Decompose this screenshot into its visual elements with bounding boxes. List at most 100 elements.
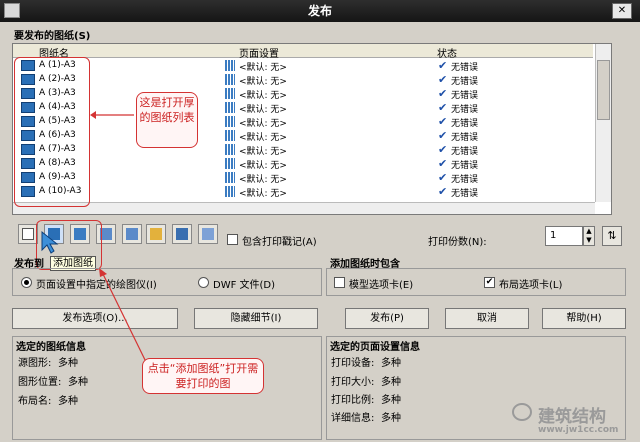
page-setup-icon — [225, 144, 235, 155]
page-setup-icon — [225, 116, 235, 127]
sheets-section-label: 要发布的图纸(S) — [14, 31, 91, 42]
page-setup-info-label: 选定的页面设置信息 — [330, 342, 420, 353]
page-setup-value[interactable]: <默认: 无> — [239, 88, 287, 101]
radio-plotter[interactable] — [21, 277, 32, 288]
copies-input[interactable]: 1 — [545, 226, 583, 246]
column-page-setup[interactable]: 页面设置 — [239, 45, 279, 60]
status-check-icon: ✔ — [438, 101, 448, 114]
status-check-icon: ✔ — [438, 143, 448, 156]
details-label: 详细信息: — [331, 413, 375, 424]
radio-dwf-label: DWF 文件(D) — [213, 280, 276, 291]
layout-name-label: 布局名: — [18, 396, 52, 407]
include-stamp-checkbox[interactable] — [227, 234, 238, 245]
table-row[interactable]: A (2)-A3 <默认: 无> ✔ 无错误 — [13, 73, 593, 87]
table-row[interactable]: A (3)-A3 <默认: 无> ✔ 无错误 — [13, 87, 593, 101]
model-tab-label: 模型选项卡(E) — [349, 280, 414, 291]
page-setup-icon — [225, 186, 235, 197]
status-check-icon: ✔ — [438, 59, 448, 72]
status-value: 无错误 — [451, 175, 479, 185]
horizontal-scrollbar[interactable] — [13, 202, 595, 214]
publish-options-button[interactable]: 发布选项(O)... — [12, 308, 178, 329]
publish-button[interactable]: 发布(P) — [345, 308, 429, 329]
page-setup-value[interactable]: <默认: 无> — [239, 158, 287, 171]
save-list-button[interactable] — [172, 224, 192, 244]
status-value: 无错误 — [451, 119, 479, 129]
load-list-button[interactable] — [146, 224, 166, 244]
page-setup-value[interactable]: <默认: 无> — [239, 116, 287, 129]
status-value: 无错误 — [451, 133, 479, 143]
callout-sheet-list: 这是打开厚的图纸列表 — [136, 92, 198, 148]
scrollbar-thumb[interactable] — [597, 60, 610, 120]
page-setup-value[interactable]: <默认: 无> — [239, 102, 287, 115]
status-value: 无错误 — [451, 147, 479, 157]
plot-scale-value: 多种 — [381, 395, 401, 406]
drawing-location-value: 多种 — [68, 377, 88, 388]
copies-spinner[interactable]: ▲ ▼ — [583, 226, 595, 246]
table-row[interactable]: A (6)-A3 <默认: 无> ✔ 无错误 — [13, 129, 593, 143]
page-setup-icon — [225, 74, 235, 85]
status-check-icon: ✔ — [438, 157, 448, 170]
status-check-icon: ✔ — [438, 171, 448, 184]
autocad-icon — [4, 3, 20, 18]
vertical-scrollbar[interactable] — [595, 44, 611, 202]
list-header: 图纸名 页面设置 状态 — [13, 44, 593, 60]
page-setup-value[interactable]: <默认: 无> — [239, 60, 287, 73]
plot-stamp-settings-button[interactable] — [198, 224, 218, 244]
preview-button[interactable] — [18, 224, 38, 244]
page-setup-icon — [225, 60, 235, 71]
layout-tab-checkbox[interactable]: ✔ — [484, 277, 495, 288]
watermark-url: www.jw1cc.com — [538, 425, 619, 435]
page-setup-icon — [225, 88, 235, 99]
page-setup-value[interactable]: <默认: 无> — [239, 74, 287, 87]
window-title: 发布 — [307, 4, 332, 18]
page-setup-value[interactable]: <默认: 无> — [239, 130, 287, 143]
plot-device-label: 打印设备: — [331, 358, 375, 369]
drawing-location-label: 图形位置: — [18, 377, 62, 388]
layout-tab-label: 布局选项卡(L) — [499, 280, 563, 291]
status-value: 无错误 — [451, 91, 479, 101]
status-check-icon: ✔ — [438, 115, 448, 128]
status-value: 无错误 — [451, 161, 479, 171]
details-value: 多种 — [381, 413, 401, 424]
sort-icon[interactable]: ⇅ — [602, 226, 622, 246]
status-value: 无错误 — [451, 77, 479, 87]
status-check-icon: ✔ — [438, 185, 448, 198]
plot-size-label: 打印大小: — [331, 377, 375, 388]
callout-add-sheets: 点击“添加图纸”打开需要打印的图 — [142, 358, 264, 394]
sheet-list[interactable]: 图纸名 页面设置 状态 A (1)-A3 <默认: 无> ✔ 无错误 A (2)… — [12, 43, 612, 215]
column-status[interactable]: 状态 — [437, 45, 457, 60]
table-row[interactable]: A (1)-A3 <默认: 无> ✔ 无错误 — [13, 59, 593, 73]
table-row[interactable]: A (7)-A3 <默认: 无> ✔ 无错误 — [13, 143, 593, 157]
page-setup-icon — [225, 102, 235, 113]
page-setup-icon — [225, 172, 235, 183]
include-stamp-label: 包含打印戳记(A) — [242, 237, 317, 248]
close-button[interactable]: ✕ — [612, 3, 632, 19]
status-check-icon: ✔ — [438, 129, 448, 142]
status-value: 无错误 — [451, 63, 479, 73]
page-setup-icon — [225, 158, 235, 169]
radio-selected-dot — [24, 280, 29, 285]
page-setup-value[interactable]: <默认: 无> — [239, 186, 287, 199]
source-drawing-label: 源图形: — [18, 358, 52, 369]
help-button[interactable]: 帮助(H) — [542, 308, 626, 329]
callout-add-arrow — [99, 268, 149, 367]
move-down-button[interactable] — [122, 224, 142, 244]
page-setup-value[interactable]: <默认: 无> — [239, 172, 287, 185]
radio-dwf[interactable] — [198, 277, 209, 288]
status-value: 无错误 — [451, 105, 479, 115]
status-check-icon: ✔ — [438, 73, 448, 86]
source-drawing-value: 多种 — [58, 358, 78, 369]
model-tab-checkbox[interactable] — [334, 277, 345, 288]
highlight-sheet-names — [14, 57, 90, 207]
page-setup-value[interactable]: <默认: 无> — [239, 144, 287, 157]
table-row[interactable]: A (8)-A3 <默认: 无> ✔ 无错误 — [13, 157, 593, 171]
selected-sheet-info-label: 选定的图纸信息 — [16, 342, 86, 353]
table-row[interactable]: A (9)-A3 <默认: 无> ✔ 无错误 — [13, 171, 593, 185]
status-value: 无错误 — [451, 189, 479, 199]
plot-size-value: 多种 — [381, 377, 401, 388]
table-row[interactable]: A (10)-A3 <默认: 无> ✔ 无错误 — [13, 185, 593, 199]
status-check-icon: ✔ — [438, 87, 448, 100]
layout-name-value: 多种 — [58, 396, 78, 407]
cancel-button[interactable]: 取消 — [445, 308, 529, 329]
hide-details-button[interactable]: 隐藏细节(I) — [194, 308, 318, 329]
